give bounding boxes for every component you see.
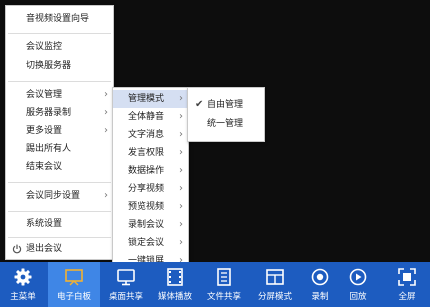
menu-item-label: 音视频设置向导 [26, 14, 90, 24]
submenu-arrow-icon: › [179, 111, 183, 122]
file-share-button[interactable]: 文件共享 [199, 262, 249, 307]
menu-item-label: 数据操作 [128, 166, 165, 176]
toolbar-label: 回放 [349, 292, 367, 302]
main-menu-button[interactable]: 主菜单 [0, 262, 46, 307]
submenu-item-preview-video[interactable]: 预览视频 › [113, 198, 188, 216]
menu-item-av-setup-wizard[interactable]: 音视频设置向导 [6, 10, 113, 28]
submenu-item-free-management[interactable]: ✔ 自由管理 [188, 96, 264, 114]
menu-separator [8, 237, 111, 238]
toolbar-label: 全屏 [398, 292, 416, 302]
menu-item-sync-settings[interactable]: 会议同步设置 › [6, 187, 113, 205]
menu-item-system-settings[interactable]: 系统设置 [6, 215, 113, 233]
submenu-arrow-icon: › [179, 165, 183, 176]
submenu-item-speak-permission[interactable]: 发言权限 › [113, 144, 188, 162]
submenu-arrow-icon: › [104, 107, 108, 118]
menu-item-label: 全体静音 [128, 112, 165, 122]
playback-button[interactable]: 回放 [340, 262, 376, 307]
menu-item-label: 文字消息 [128, 130, 165, 140]
submenu-item-record-meeting[interactable]: 录制会议 › [113, 216, 188, 234]
checkmark-icon: ✔ [195, 99, 204, 110]
menu-separator [8, 182, 111, 183]
submenu-arrow-icon: › [179, 183, 183, 194]
fullscreen-icon [398, 268, 416, 286]
menu-item-more-settings[interactable]: 更多设置 › [6, 122, 113, 140]
film-icon [167, 268, 183, 286]
menu-item-label: 录制会议 [128, 220, 165, 230]
menu-item-meeting-management[interactable]: 会议管理 › [6, 86, 113, 104]
menu-item-server-recording[interactable]: 服务器录制 › [6, 104, 113, 122]
menu-item-label: 发言权限 [128, 148, 165, 158]
main-menu: 音视频设置向导 会议监控 切换服务器 会议管理 › 服务器录制 › 更多设置 › 踢出… [5, 5, 114, 260]
gear-icon [14, 268, 32, 286]
toolbar-label: 分屏模式 [257, 292, 292, 302]
menu-item-kick-all[interactable]: 踢出所有人 [6, 140, 113, 158]
toolbar-label: 电子白板 [56, 292, 91, 302]
menu-item-label: 分享视频 [128, 184, 165, 194]
menu-item-label: 预览视频 [128, 202, 165, 212]
meeting-management-submenu: 管理模式 › 全体静音 › 文字消息 › 发言权限 › 数据操作 › 分享视频 › 预览视频… [112, 87, 189, 277]
menu-item-label: 服务器录制 [26, 108, 72, 118]
split-screen-icon [266, 269, 284, 285]
toolbar-label: 主菜单 [10, 292, 36, 302]
submenu-arrow-icon: › [179, 201, 183, 212]
file-list-icon [217, 268, 231, 286]
bottom-toolbar: 主菜单 电子白板 桌面共享 媒体播放 文件共享 分屏模式 录制 回放 全屏 [0, 262, 430, 307]
submenu-arrow-icon: › [179, 147, 183, 158]
toolbar-label: 录制 [311, 292, 329, 302]
menu-item-label: 会议同步设置 [26, 191, 81, 201]
power-icon [12, 244, 22, 254]
submenu-item-management-mode[interactable]: 管理模式 › [113, 90, 188, 108]
menu-item-label: 系统设置 [26, 219, 63, 229]
submenu-arrow-icon: › [104, 89, 108, 100]
submenu-arrow-icon: › [179, 129, 183, 140]
toolbar-label: 媒体播放 [157, 292, 192, 302]
menu-item-label: 会议监控 [26, 42, 63, 52]
menu-item-end-meeting[interactable]: 结束会议 [6, 158, 113, 176]
submenu-arrow-icon: › [104, 125, 108, 136]
menu-separator [8, 211, 111, 212]
submenu-item-mute-all[interactable]: 全体静音 › [113, 108, 188, 126]
submenu-item-share-video[interactable]: 分享视频 › [113, 180, 188, 198]
menu-item-meeting-monitor[interactable]: 会议监控 [6, 38, 113, 56]
menu-separator [8, 81, 111, 82]
menu-item-label: 退出会议 [26, 244, 63, 254]
management-mode-submenu: ✔ 自由管理 统一管理 [187, 87, 265, 142]
menu-item-label: 锁定会议 [128, 238, 165, 248]
menu-item-label: 会议管理 [26, 90, 63, 100]
menu-item-label: 结束会议 [26, 162, 63, 172]
desktop-share-button[interactable]: 桌面共享 [101, 262, 151, 307]
submenu-item-lock-meeting[interactable]: 锁定会议 › [113, 234, 188, 252]
whiteboard-button[interactable]: 电子白板 [48, 262, 100, 307]
toolbar-label: 桌面共享 [108, 292, 143, 302]
fullscreen-button[interactable]: 全屏 [386, 262, 428, 307]
submenu-arrow-icon: › [179, 237, 183, 248]
submenu-arrow-icon: › [179, 219, 183, 230]
menu-item-label: 管理模式 [128, 94, 165, 104]
submenu-item-data-operation[interactable]: 数据操作 › [113, 162, 188, 180]
submenu-arrow-icon: › [179, 93, 183, 104]
menu-item-label: 切换服务器 [26, 61, 72, 71]
menu-item-exit-meeting[interactable]: 退出会议 [6, 240, 113, 258]
play-icon [349, 268, 367, 286]
menu-item-switch-server[interactable]: 切换服务器 [6, 57, 113, 75]
record-icon [311, 268, 329, 286]
media-play-button[interactable]: 媒体播放 [152, 262, 198, 307]
submenu-item-unified-management[interactable]: 统一管理 [188, 115, 264, 133]
menu-item-label: 更多设置 [26, 126, 63, 136]
submenu-item-text-message[interactable]: 文字消息 › [113, 126, 188, 144]
record-button[interactable]: 录制 [302, 262, 338, 307]
menu-separator [8, 33, 111, 34]
monitor-icon [117, 269, 135, 286]
menu-item-label: 自由管理 [207, 100, 244, 110]
menu-item-label: 统一管理 [207, 119, 244, 129]
split-screen-button[interactable]: 分屏模式 [249, 262, 301, 307]
submenu-arrow-icon: › [104, 190, 108, 201]
toolbar-label: 文件共享 [206, 292, 241, 302]
menu-item-label: 踢出所有人 [26, 144, 72, 154]
whiteboard-icon [65, 269, 83, 286]
